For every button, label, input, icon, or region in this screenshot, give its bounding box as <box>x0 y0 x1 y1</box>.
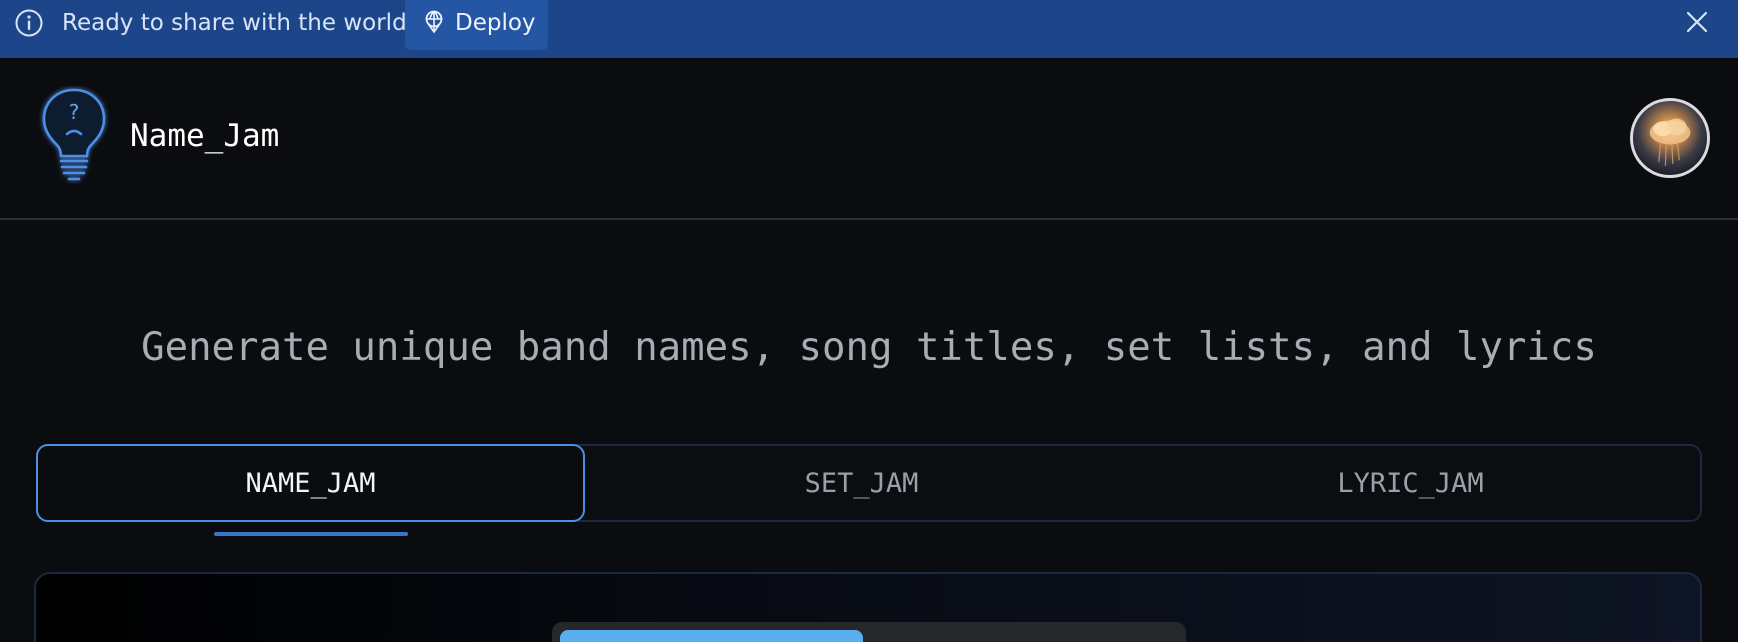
active-tab-indicator <box>214 532 408 536</box>
info-icon <box>15 9 43 37</box>
page-subtitle: Generate unique band names, song titles,… <box>141 325 1597 370</box>
banner-message: Ready to share with the world? <box>62 10 419 36</box>
avatar-image <box>1649 118 1691 166</box>
deploy-button-label: Deploy <box>455 10 536 36</box>
deploy-icon <box>425 10 443 34</box>
deploy-banner: Ready to share with the world? Deploy <box>0 0 1738 58</box>
tab-bar: NAME_JAM SET_JAM LYRIC_JAM <box>36 444 1702 522</box>
progress-fill <box>560 630 863 642</box>
app-title: Name_Jam <box>130 118 280 154</box>
lightbulb-question-icon[interactable]: ? <box>36 86 112 184</box>
app-header: ? Name_Jam <box>0 58 1738 220</box>
tab-lyric-jam[interactable]: LYRIC_JAM <box>1136 446 1685 520</box>
tab-set-jam[interactable]: SET_JAM <box>587 446 1136 520</box>
svg-text:?: ? <box>69 100 80 124</box>
close-icon[interactable] <box>1684 9 1710 35</box>
tab-name-jam[interactable]: NAME_JAM <box>36 444 585 522</box>
avatar[interactable] <box>1630 98 1710 178</box>
deploy-button[interactable]: Deploy <box>405 0 548 50</box>
